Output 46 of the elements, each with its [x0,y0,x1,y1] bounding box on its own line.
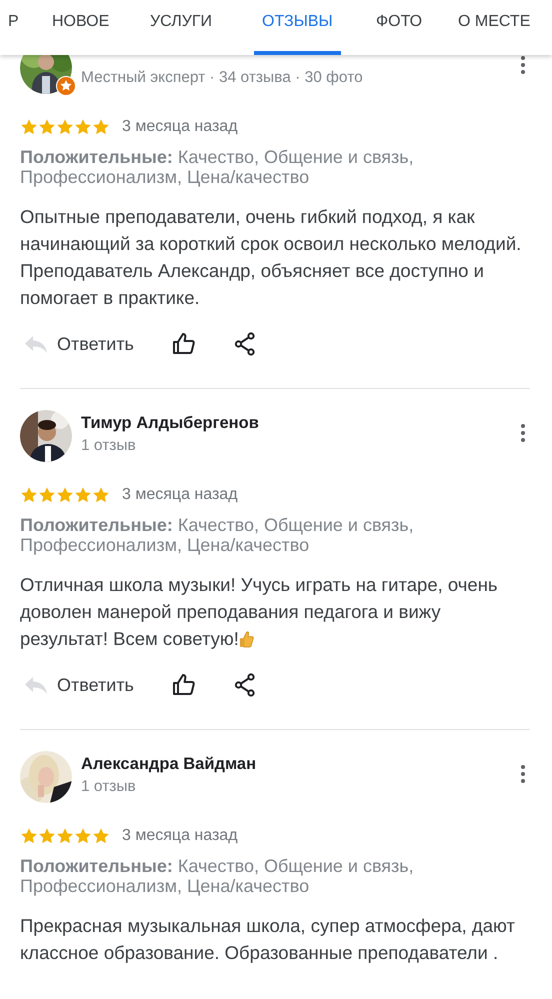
author-info: Местный эксперт · 34 отзыва · 30 фото [81,68,363,88]
star-icon [74,827,92,845]
tab[interactable]: ФОТО [368,0,430,55]
author-info: 1 отзыв [81,777,137,797]
thumbs-up-icon[interactable] [172,673,196,697]
star-icon [92,827,110,845]
reply-icon [24,675,48,695]
review-date: 3 месяца назад [122,485,238,505]
star-icon [56,827,74,845]
tab[interactable]: О МЕСТЕ [450,0,538,55]
reply-icon [24,334,48,354]
tab[interactable]: НОВОЕ [44,0,118,55]
review-date: 3 месяца назад [122,826,238,846]
star-icon [56,486,74,504]
review-text: Отличная школа музыки! Учусь играть на гитаре, очень доволен манерой преподавания педагога и вижу результат! Всем советую! [20,573,499,651]
review-date: 3 месяца назад [122,117,238,137]
review-highlights: Положительные: Качество, Общение и связь, Профессионализм, Цена/качество [20,856,415,896]
author-info: 1 отзыв [81,436,137,456]
star-icon [38,118,56,136]
tab[interactable]: ОТЗЫВЫ [254,0,341,55]
author-name[interactable]: Александра Вайдман [81,754,256,774]
share-icon[interactable] [234,332,256,356]
review-text: Опытные преподаватели, очень гибкий подход, я как начинающий за короткий срок освоил несколько мелодий. Преподаватель Александр, объясняет все доступно и помогает в практике. [20,205,522,310]
star-icon [56,118,74,136]
review-text: Прекрасная музыкальная школа, супер атмосфера, дают классное образование. Образованные преподаватели . [20,914,516,965]
star-icon [92,118,110,136]
star-icon [38,827,56,845]
more-options-icon[interactable] [520,765,526,783]
share-icon[interactable] [234,673,256,697]
author-name[interactable]: Тимур Алдыбергенов [81,413,259,433]
thumbs-up-icon[interactable] [172,332,196,356]
star-icon [74,118,92,136]
star-icon [74,486,92,504]
review-highlights: Положительные: Качество, Общение и связь, Профессионализм, Цена/качество [20,147,415,187]
more-options-icon[interactable] [520,424,526,442]
reply-button[interactable]: Ответить [20,324,134,364]
review-highlights: Положительные: Качество, Общение и связь, Профессионализм, Цена/качество [20,515,415,555]
star-icon [20,118,38,136]
star-icon [20,827,38,845]
tab[interactable]: УСЛУГИ [142,0,220,55]
more-options-icon[interactable] [520,56,526,74]
reply-button[interactable]: Ответить [20,665,134,705]
star-icon [38,486,56,504]
star-icon [20,486,38,504]
star-icon [92,486,110,504]
tab[interactable]: Р [0,0,27,55]
